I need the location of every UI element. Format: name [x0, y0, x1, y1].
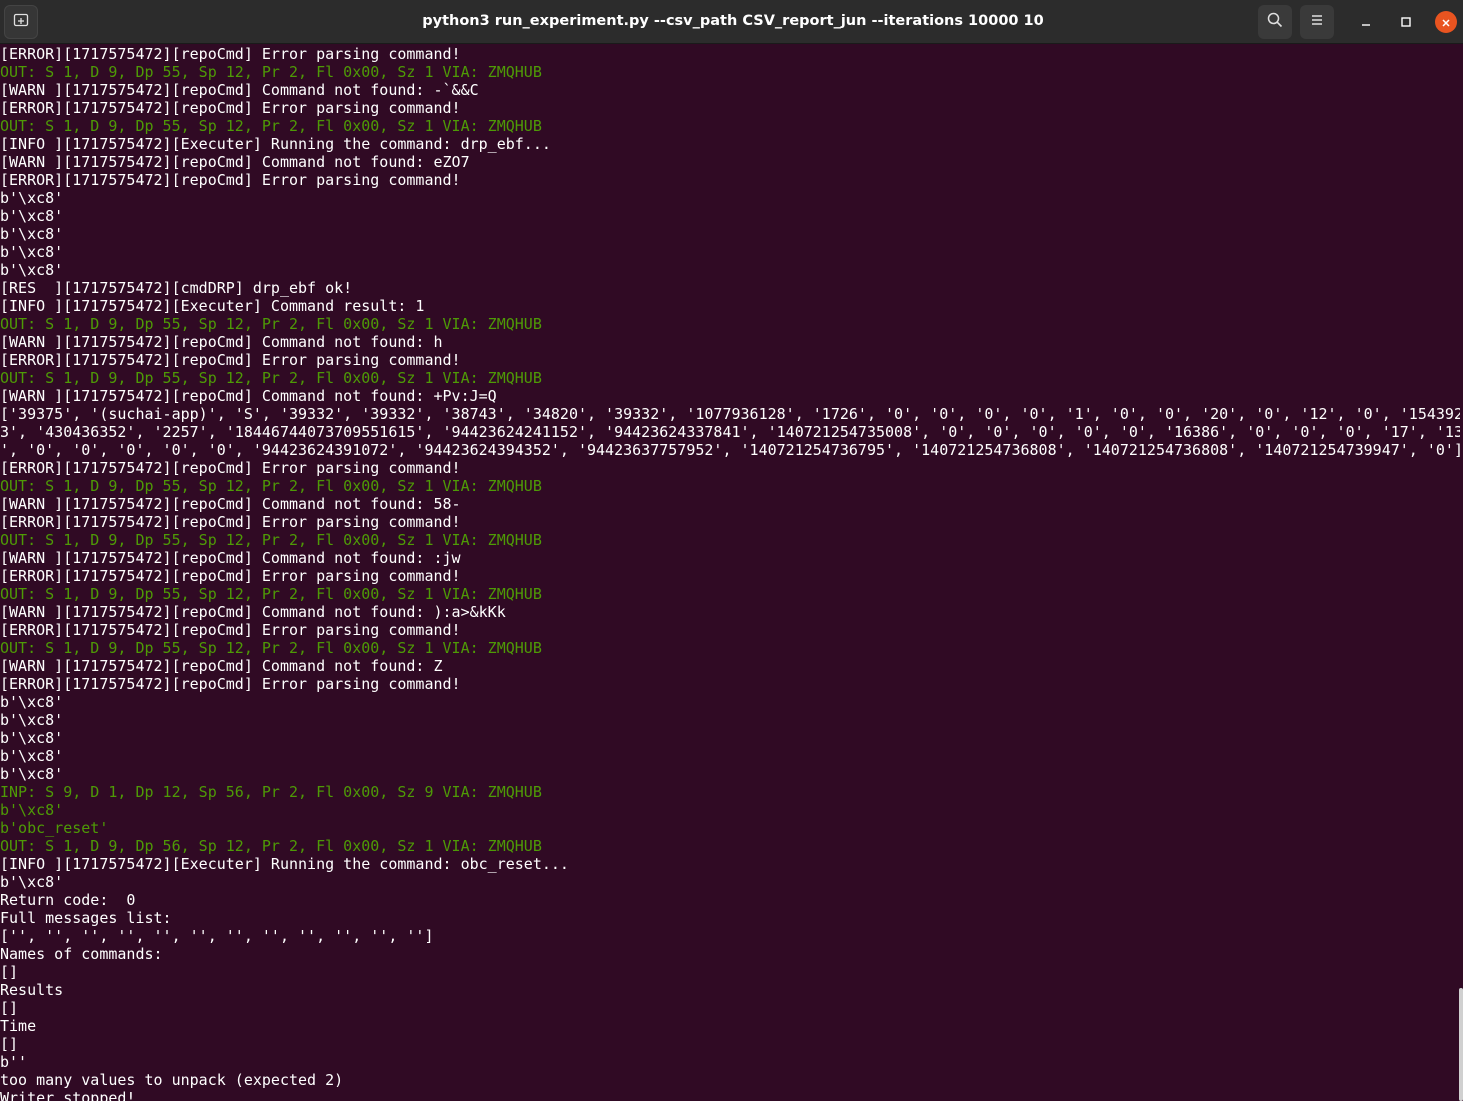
terminal-line: Full messages list:	[0, 909, 172, 927]
terminal-line: b'\xc8'	[0, 207, 64, 225]
new-tab-icon	[13, 12, 29, 32]
terminal-line: [ERROR][1717575472][repoCmd] Error parsi…	[0, 621, 461, 639]
terminal-line: b'\xc8'	[0, 693, 64, 711]
terminal-line: INP: S 9, D 1, Dp 12, Sp 56, Pr 2, Fl 0x…	[0, 783, 542, 801]
terminal-line: [WARN ][1717575472][repoCmd] Command not…	[0, 153, 470, 171]
search-icon	[1267, 12, 1283, 32]
minimize-button[interactable]	[1355, 11, 1377, 33]
window-title: python3 run_experiment.py --csv_path CSV…	[422, 13, 1044, 29]
terminal-line: b'\xc8'	[0, 261, 64, 279]
terminal-line: OUT: S 1, D 9, Dp 55, Sp 12, Pr 2, Fl 0x…	[0, 585, 542, 603]
terminal-line: [INFO ][1717575472][Executer] Command re…	[0, 297, 425, 315]
terminal-line: ', '0', '0', '0', '0', '0', '94423624391…	[0, 441, 1460, 459]
terminal-line: [WARN ][1717575472][repoCmd] Command not…	[0, 549, 461, 567]
terminal-line: [WARN ][1717575472][repoCmd] Command not…	[0, 333, 443, 351]
search-button[interactable]	[1258, 5, 1292, 39]
terminal-line: 3', '430436352', '2257', '18446744073709…	[0, 423, 1460, 441]
terminal-line: []	[0, 1035, 19, 1053]
terminal-line: OUT: S 1, D 9, Dp 55, Sp 12, Pr 2, Fl 0x…	[0, 369, 542, 387]
terminal-line: Results	[0, 981, 64, 999]
terminal-line: [RES ][1717575472][cmdDRP] drp_ebf ok!	[0, 279, 353, 297]
terminal-line: [ERROR][1717575472][repoCmd] Error parsi…	[0, 567, 461, 585]
maximize-button[interactable]	[1395, 11, 1417, 33]
terminal-line: [INFO ][1717575472][Executer] Running th…	[0, 855, 569, 873]
terminal-line: [ERROR][1717575472][repoCmd] Error parsi…	[0, 513, 461, 531]
close-button[interactable]	[1435, 11, 1457, 33]
terminal-line: Names of commands:	[0, 945, 163, 963]
terminal-line: b'\xc8'	[0, 801, 64, 819]
terminal-line: b'obc_reset'	[0, 819, 109, 837]
terminal-line: [INFO ][1717575472][Executer] Running th…	[0, 135, 551, 153]
terminal-line: b'\xc8'	[0, 711, 64, 729]
terminal-line: []	[0, 963, 19, 981]
terminal-line: b'\xc8'	[0, 765, 64, 783]
maximize-icon	[1400, 13, 1412, 32]
terminal-line: OUT: S 1, D 9, Dp 56, Sp 12, Pr 2, Fl 0x…	[0, 837, 542, 855]
terminal-line: b'\xc8'	[0, 225, 64, 243]
terminal-line: []	[0, 999, 19, 1017]
terminal-line: [WARN ][1717575472][repoCmd] Command not…	[0, 495, 461, 513]
hamburger-menu-icon	[1309, 12, 1325, 32]
terminal-line: [WARN ][1717575472][repoCmd] Command not…	[0, 603, 506, 621]
terminal-line: OUT: S 1, D 9, Dp 55, Sp 12, Pr 2, Fl 0x…	[0, 531, 542, 549]
terminal-line: [ERROR][1717575472][repoCmd] Error parsi…	[0, 675, 461, 693]
terminal-line: Time	[0, 1017, 37, 1035]
terminal-line: OUT: S 1, D 9, Dp 55, Sp 12, Pr 2, Fl 0x…	[0, 477, 542, 495]
minimize-icon	[1360, 13, 1372, 32]
terminal-line: b''	[0, 1053, 28, 1071]
terminal-line: OUT: S 1, D 9, Dp 55, Sp 12, Pr 2, Fl 0x…	[0, 639, 542, 657]
terminal-line: [WARN ][1717575472][repoCmd] Command not…	[0, 81, 479, 99]
terminal-line: b'\xc8'	[0, 729, 64, 747]
terminal-line: b'\xc8'	[0, 873, 64, 891]
terminal-scrollbar[interactable]	[1459, 988, 1463, 1101]
terminal-line: [WARN ][1717575472][repoCmd] Command not…	[0, 387, 497, 405]
terminal-line: Return code: 0	[0, 891, 136, 909]
terminal-line: ['', '', '', '', '', '', '', '', '', '',…	[0, 927, 434, 945]
terminal-line: [ERROR][1717575472][repoCmd] Error parsi…	[0, 351, 461, 369]
terminal-output[interactable]: [ERROR][1717575472][repoCmd] Error parsi…	[0, 45, 1460, 1101]
terminal-line: [ERROR][1717575472][repoCmd] Error parsi…	[0, 45, 461, 63]
terminal-line: [ERROR][1717575472][repoCmd] Error parsi…	[0, 171, 461, 189]
terminal-line: [ERROR][1717575472][repoCmd] Error parsi…	[0, 459, 461, 477]
new-tab-button[interactable]	[4, 5, 38, 39]
terminal-line: b'\xc8'	[0, 243, 64, 261]
terminal-line: b'\xc8'	[0, 747, 64, 765]
terminal-line: [WARN ][1717575472][repoCmd] Command not…	[0, 657, 443, 675]
terminal-line: ['39375', '(suchai-app)', 'S', '39332', …	[0, 405, 1460, 423]
window-titlebar: python3 run_experiment.py --csv_path CSV…	[0, 0, 1463, 44]
terminal-line: too many values to unpack (expected 2)	[0, 1071, 344, 1089]
terminal-line: b'\xc8'	[0, 189, 64, 207]
terminal-line: [ERROR][1717575472][repoCmd] Error parsi…	[0, 99, 461, 117]
terminal-line: OUT: S 1, D 9, Dp 55, Sp 12, Pr 2, Fl 0x…	[0, 117, 542, 135]
menu-button[interactable]	[1300, 5, 1334, 39]
terminal-line: OUT: S 1, D 9, Dp 55, Sp 12, Pr 2, Fl 0x…	[0, 63, 542, 81]
terminal-line: OUT: S 1, D 9, Dp 55, Sp 12, Pr 2, Fl 0x…	[0, 315, 542, 333]
terminal-line: Writer stopped!	[0, 1089, 136, 1101]
close-icon	[1441, 13, 1451, 32]
